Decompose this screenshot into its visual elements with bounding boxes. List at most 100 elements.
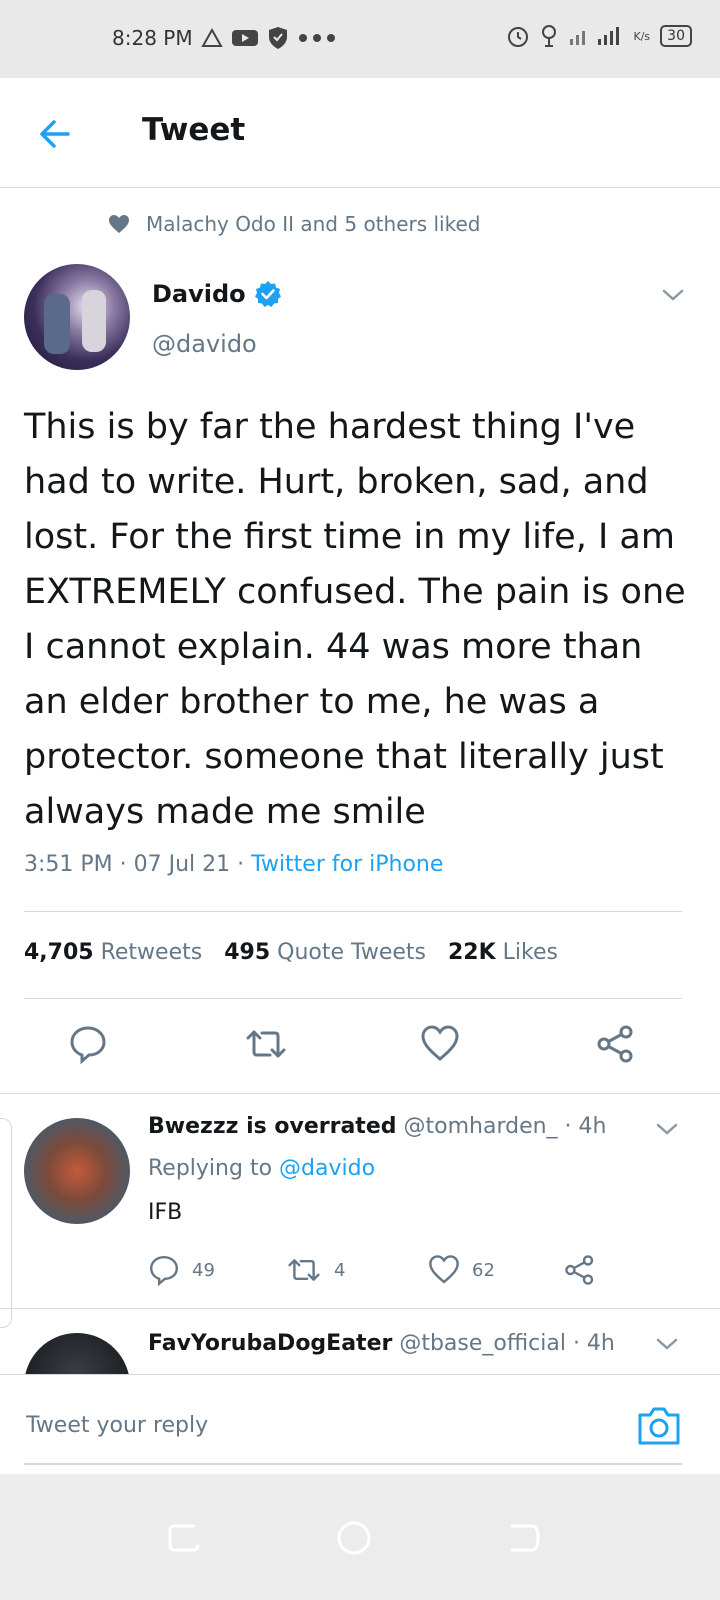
composer-underline xyxy=(24,1463,682,1465)
status-right: K/s 30 xyxy=(506,24,692,48)
replying-to-prefix: Replying to xyxy=(148,1156,280,1181)
signal-icon xyxy=(568,25,624,47)
status-time: 8:28 PM xyxy=(112,26,193,50)
retweets-count: 4,705 xyxy=(24,940,94,965)
back-nav-icon xyxy=(510,1524,540,1552)
reply-author-handle[interactable]: @tomharden_ xyxy=(404,1114,558,1139)
tweet-time: 3:51 PM xyxy=(24,852,113,877)
location-icon xyxy=(540,24,558,48)
status-left: 8:28 PM xyxy=(112,26,337,50)
replying-to-mention[interactable]: @davido xyxy=(279,1156,375,1181)
tweet-options-button[interactable] xyxy=(660,282,686,308)
reply-author-handle[interactable]: @tbase_official xyxy=(399,1331,566,1356)
avatar-figure xyxy=(82,290,106,352)
battery-level: 30 xyxy=(667,28,685,44)
reply-share-button[interactable] xyxy=(564,1254,596,1286)
reply-icon xyxy=(70,1026,106,1065)
retweet-icon xyxy=(288,1259,320,1281)
social-context-text: Malachy Odo II and 5 others liked xyxy=(146,212,481,236)
reply-action-bar: 49 4 62 xyxy=(148,1254,596,1286)
divider xyxy=(24,998,682,999)
divider xyxy=(24,911,682,912)
chevron-down-icon xyxy=(656,1123,678,1135)
tweet-text: This is by far the hardest thing I've ha… xyxy=(24,407,686,832)
reply-like-button[interactable]: 62 xyxy=(428,1254,564,1286)
status-bar: 8:28 PM K/s 30 xyxy=(0,0,720,78)
reply-options-button[interactable] xyxy=(654,1116,680,1142)
quotes-label: Quote Tweets xyxy=(277,940,426,965)
meta-separator: · xyxy=(112,852,134,877)
more-dots-icon xyxy=(297,33,337,43)
retweets-stat[interactable]: 4,705 Retweets xyxy=(24,940,202,965)
chevron-down-icon xyxy=(656,1338,678,1350)
reply-header: Bwezzz is overrated @tomharden_ · 4h xyxy=(148,1114,606,1139)
recents-icon xyxy=(168,1524,200,1552)
avatar[interactable] xyxy=(24,1118,130,1224)
like-count: 62 xyxy=(472,1259,495,1281)
alarm-icon xyxy=(506,24,530,48)
camera-button[interactable] xyxy=(636,1405,682,1447)
likes-count: 22K xyxy=(447,940,496,965)
avatar-figure xyxy=(44,294,70,354)
youtube-icon xyxy=(231,28,259,48)
data-speed-unit: K/s xyxy=(633,29,651,43)
heart-icon xyxy=(429,1255,459,1284)
warning-triangle-icon xyxy=(200,28,223,48)
share-button[interactable] xyxy=(596,1024,636,1064)
tweet-source-link[interactable]: Twitter for iPhone xyxy=(251,852,443,877)
reply-reply-button[interactable]: 49 xyxy=(148,1254,286,1286)
chevron-down-icon xyxy=(662,289,684,301)
verified-badge-icon xyxy=(254,281,281,307)
author-name: Davido xyxy=(152,280,246,308)
home-button[interactable] xyxy=(334,1518,374,1558)
data-speed-icon: K/s xyxy=(634,30,651,43)
retweet-button[interactable] xyxy=(244,1024,286,1064)
reply-button[interactable] xyxy=(68,1024,108,1065)
quotes-stat[interactable]: 495 Quote Tweets xyxy=(224,940,426,965)
arrow-left-icon xyxy=(40,120,70,148)
shield-icon xyxy=(267,26,289,50)
author-handle[interactable]: @davido xyxy=(152,330,257,358)
reply-retweet-button[interactable]: 4 xyxy=(286,1254,428,1286)
social-context[interactable]: Malachy Odo II and 5 others liked xyxy=(108,212,480,236)
system-nav-bar xyxy=(0,1474,720,1600)
battery-indicator: 30 xyxy=(660,25,692,47)
tweet-stats: 4,705 Retweets 495 Quote Tweets 22K Like… xyxy=(24,940,558,965)
tweet-meta: 3:51 PM · 07 Jul 21 · Twitter for iPhone xyxy=(24,852,443,877)
likes-stat[interactable]: 22K Likes xyxy=(448,940,558,965)
reply-author-name[interactable]: FavYorubaDogEater xyxy=(148,1331,392,1356)
like-button[interactable] xyxy=(420,1024,460,1064)
replying-to: Replying to @davido xyxy=(148,1156,375,1181)
heart-icon xyxy=(421,1025,459,1061)
meta-separator: · xyxy=(230,852,252,877)
reply-age: · 4h xyxy=(557,1114,607,1139)
quotes-count: 495 xyxy=(224,940,271,965)
retweets-label: Retweets xyxy=(100,940,203,965)
retweet-icon xyxy=(246,1030,286,1058)
home-icon xyxy=(337,1521,371,1555)
author-name-row[interactable]: Davido xyxy=(152,280,282,308)
reply-composer xyxy=(0,1374,720,1474)
back-button[interactable] xyxy=(36,114,76,154)
back-nav-button[interactable] xyxy=(504,1518,544,1558)
reply-input[interactable] xyxy=(24,1405,614,1445)
reply-icon xyxy=(149,1255,179,1286)
recent-apps-button[interactable] xyxy=(164,1518,204,1558)
share-icon xyxy=(597,1025,633,1063)
reply-item[interactable]: Bwezzz is overrated @tomharden_ · 4h Rep… xyxy=(0,1094,720,1308)
avatar[interactable] xyxy=(24,264,130,370)
reply-age: · 4h xyxy=(565,1331,615,1356)
retweet-count: 4 xyxy=(334,1259,346,1281)
heart-filled-icon xyxy=(109,215,129,233)
tweet-action-bar xyxy=(0,1024,720,1070)
share-icon xyxy=(565,1255,594,1285)
reply-count: 49 xyxy=(192,1259,215,1281)
avatar[interactable] xyxy=(24,1333,130,1374)
likes-label: Likes xyxy=(502,940,558,965)
reply-text: IFB xyxy=(148,1200,183,1225)
app-header: Tweet xyxy=(0,78,720,188)
reply-item[interactable]: FavYorubaDogEater @tbase_official · 4h xyxy=(0,1309,720,1374)
reply-options-button[interactable] xyxy=(654,1331,680,1357)
reply-author-name[interactable]: Bwezzz is overrated xyxy=(148,1114,397,1139)
reply-header: FavYorubaDogEater @tbase_official · 4h xyxy=(148,1331,615,1356)
